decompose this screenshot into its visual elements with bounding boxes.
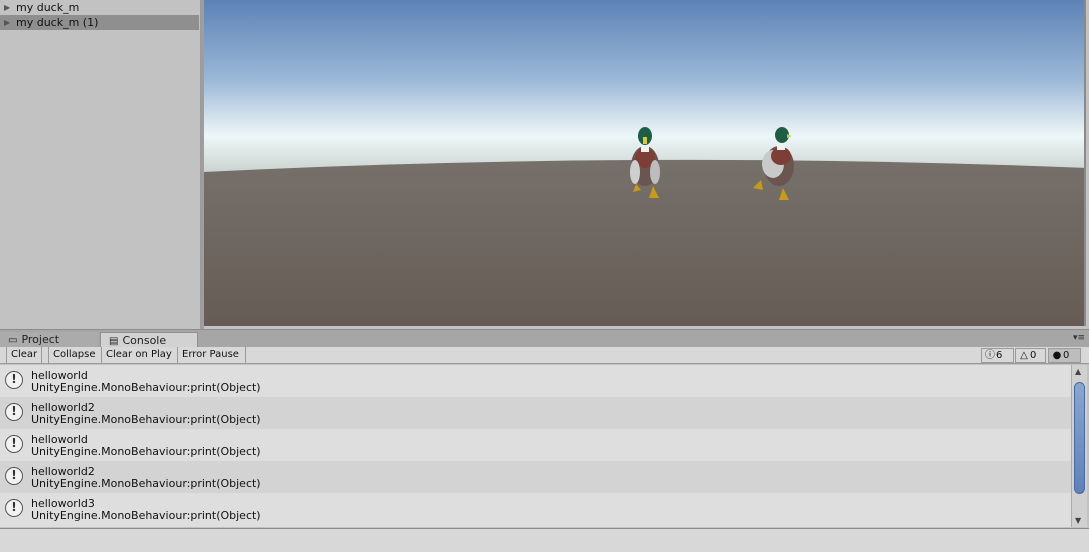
log-trace: UnityEngine.MonoBehaviour:print(Object) (31, 381, 261, 394)
collapse-button[interactable]: Collapse (48, 347, 102, 363)
warning-filter-toggle[interactable]: △ 0 (1015, 348, 1046, 363)
bottom-panel-tabbar: ▭ Project ▤ Console ▾≡ (0, 329, 1089, 348)
scroll-down-arrow-icon[interactable]: ▼ (1075, 516, 1081, 525)
log-trace: UnityEngine.MonoBehaviour:print(Object) (31, 477, 261, 490)
error-filter-toggle[interactable]: ● 0 (1048, 348, 1081, 363)
scene-view[interactable] (204, 0, 1086, 326)
info-count: 6 (996, 350, 1003, 361)
hierarchy-item-my-duck-m-1[interactable]: ▶ my duck_m (1) (0, 15, 199, 30)
info-icon: ! (5, 403, 23, 421)
log-entry[interactable]: ! helloworld3 UnityEngine.MonoBehaviour:… (0, 493, 1071, 525)
log-entry[interactable]: ! helloworld2 UnityEngine.MonoBehaviour:… (0, 397, 1071, 429)
log-trace: UnityEngine.MonoBehaviour:print(Object) (31, 445, 261, 458)
hierarchy-item-my-duck-m[interactable]: ▶ my duck_m (0, 0, 199, 15)
clear-on-play-button[interactable]: Clear on Play (102, 347, 178, 363)
console-toolbar: Clear Collapse Clear on Play Error Pause… (0, 347, 1089, 364)
info-icon: ⓘ (985, 350, 995, 361)
console-detail-area (0, 528, 1089, 552)
scrollbar-thumb[interactable] (1074, 382, 1085, 494)
tab-project[interactable]: ▭ Project (0, 332, 98, 348)
log-entry[interactable]: ! helloworld UnityEngine.MonoBehaviour:p… (0, 429, 1071, 461)
expand-arrow-icon[interactable]: ▶ (4, 15, 10, 30)
error-count: 0 (1063, 350, 1070, 361)
info-icon: ! (5, 499, 23, 517)
error-pause-button[interactable]: Error Pause (178, 347, 246, 363)
hierarchy-panel: ▶ my duck_m ▶ my duck_m (1) (0, 0, 201, 329)
tab-label: Project (21, 333, 60, 346)
log-trace: UnityEngine.MonoBehaviour:print(Object) (31, 509, 261, 522)
log-trace: UnityEngine.MonoBehaviour:print(Object) (31, 413, 261, 426)
info-filter-toggle[interactable]: ⓘ6 (981, 348, 1014, 363)
folder-icon: ▭ (8, 335, 18, 346)
log-scrollbar[interactable]: ▲ ▼ (1071, 365, 1087, 527)
scroll-up-arrow-icon[interactable]: ▲ (1075, 367, 1081, 376)
tab-label: Console (122, 334, 167, 347)
unity-editor: ▶ my duck_m ▶ my duck_m (1) ▭ Project ▤ … (0, 0, 1089, 552)
log-entry[interactable]: ! helloworld UnityEngine.MonoBehaviour:p… (0, 365, 1071, 397)
hierarchy-item-label: my duck_m (1) (16, 16, 99, 29)
clear-button[interactable]: Clear (6, 347, 42, 363)
hierarchy-item-label: my duck_m (16, 1, 80, 14)
panel-menu-icon[interactable]: ▾≡ (1073, 333, 1085, 343)
log-entry[interactable]: ! helloworld2 UnityEngine.MonoBehaviour:… (0, 461, 1071, 493)
warning-count: 0 (1030, 350, 1037, 361)
error-icon: ● (1052, 350, 1062, 361)
info-icon: ! (5, 435, 23, 453)
scene-render (204, 0, 1084, 326)
tab-console[interactable]: ▤ Console (100, 332, 198, 348)
console-log-list[interactable]: ! helloworld UnityEngine.MonoBehaviour:p… (0, 365, 1071, 527)
info-icon: ! (5, 371, 23, 389)
info-icon: ! (5, 467, 23, 485)
expand-arrow-icon[interactable]: ▶ (4, 0, 10, 15)
warning-icon: △ (1020, 350, 1028, 361)
